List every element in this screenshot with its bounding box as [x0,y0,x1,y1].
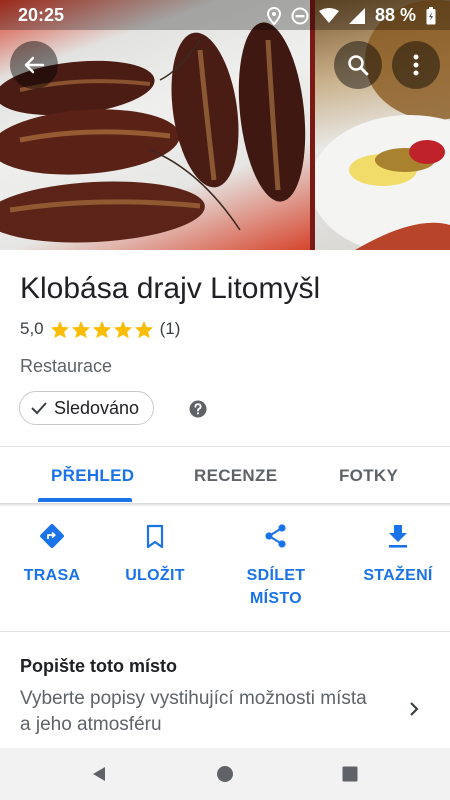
battery-percent: 88 % [374,5,416,25]
tab-indicator [38,498,132,502]
divider [0,446,450,447]
search-button[interactable] [334,41,382,89]
photo-gallery[interactable] [0,0,450,250]
system-nav-bar [0,748,450,800]
describe-title: Popište toto místo [20,656,177,676]
share-place-button[interactable]: SDÍLET MÍSTO [221,522,331,610]
arrow-back-icon [24,56,45,74]
status-time: 20:25 [18,5,65,25]
status-bar: 20:25 88 % [0,0,450,30]
nav-back-icon[interactable] [90,765,108,783]
place-category: Restaurace [20,356,113,376]
photo-plate[interactable] [315,0,450,250]
chevron-right-icon [410,702,419,716]
share-icon [265,524,286,548]
share-place-label: SDÍLET MÍSTO [247,564,306,610]
rating-row[interactable]: 5,0 (1) [20,319,180,339]
divider [0,631,450,632]
photo-plate-image [315,0,450,250]
follow-button[interactable]: Sledováno [19,391,155,425]
search-icon [348,55,369,76]
describe-subtitle: Vyberte popisy vystihující možnosti míst… [20,688,367,735]
location-icon [266,6,281,25]
wifi-icon [318,7,339,23]
directions-label: TRASA [23,567,81,584]
download-label: STAŽENÍ [363,567,433,584]
bookmark-icon [146,524,164,549]
share-label-line1: SDÍLET [246,567,306,584]
place-title: Klobása drajv Litomyšl [20,272,321,305]
nav-recents-icon[interactable] [341,765,359,783]
photo-sausages[interactable] [0,0,310,250]
status-icons: 88 % [266,5,436,26]
share-label-line2: MÍSTO [250,590,302,607]
download-icon [389,525,407,548]
rating-value: 5,0 [20,319,44,338]
tabs-shadow [0,503,450,507]
battery-icon [426,6,436,24]
nav-home-icon[interactable] [216,765,234,783]
star-icon [134,320,153,338]
review-count: (1) [159,319,181,338]
directions-icon [40,524,64,548]
star-icon [92,320,111,338]
dnd-icon [291,7,309,24]
star-icon [71,320,90,338]
tab-overview[interactable]: PŘEHLED [51,466,134,486]
photo-sausages-image [0,22,306,243]
signal-icon [348,7,365,24]
rating-stars [50,320,154,339]
help-icon[interactable] [189,400,207,418]
save-label: ULOŽIT [125,567,185,584]
directions-button[interactable]: TRASA [0,522,107,587]
back-button[interactable] [10,41,58,89]
check-icon [31,402,47,415]
star-icon [113,320,132,338]
more-options-button[interactable] [392,41,440,89]
more-vert-icon [413,54,419,76]
download-button[interactable]: STAŽENÍ [343,522,450,587]
save-button[interactable]: ULOŽIT [100,522,210,587]
tab-photos[interactable]: FOTKY [339,466,398,486]
tab-reviews[interactable]: RECENZE [194,466,277,486]
star-icon [50,320,69,338]
follow-label: Sledováno [54,397,140,418]
